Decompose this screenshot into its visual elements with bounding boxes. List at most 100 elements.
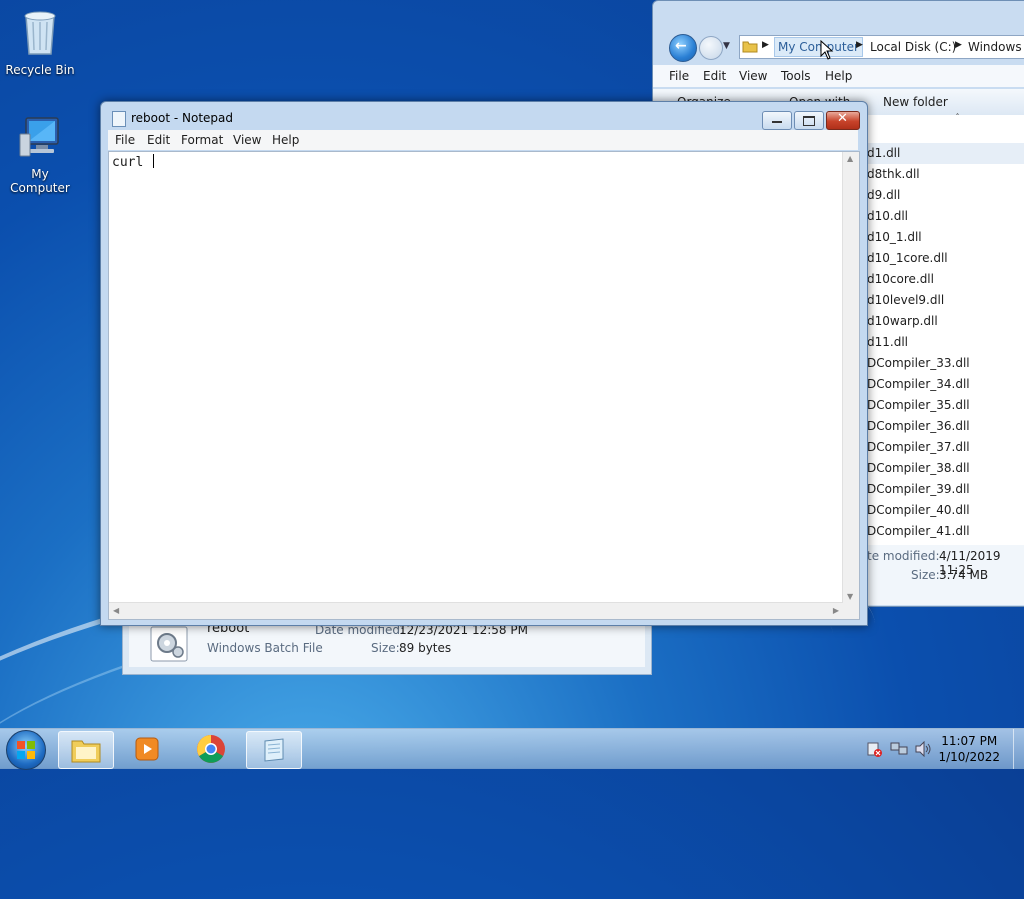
menu-view[interactable]: View	[233, 133, 261, 147]
menu-help[interactable]: Help	[272, 133, 299, 147]
taskbar-notepad[interactable]	[246, 731, 302, 769]
maximize-button[interactable]	[794, 111, 824, 130]
file-row[interactable]: d10level9.dll	[867, 290, 1024, 311]
action-center-icon[interactable]	[866, 741, 882, 757]
file-name: DCompiler_35.dll	[867, 398, 970, 412]
file-row[interactable]: d10_1core.dll	[867, 248, 1024, 269]
file-type: Windows Batch File	[207, 641, 323, 655]
back-button[interactable]: ←	[669, 34, 697, 62]
menu-file[interactable]: File	[669, 69, 689, 83]
menu-edit[interactable]: Edit	[703, 69, 726, 83]
notepad-menu-bar: File Edit Format View Help	[108, 130, 858, 150]
horizontal-scrollbar[interactable]: ◀ ▶	[109, 602, 843, 619]
editor-content[interactable]: curl	[112, 154, 155, 170]
maximize-icon	[803, 116, 815, 126]
text-editor[interactable]: curl ▲ ▼ ◀ ▶	[108, 151, 860, 620]
network-icon[interactable]	[890, 741, 908, 757]
size-value: 89 bytes	[399, 641, 452, 655]
folder-icon	[71, 740, 101, 763]
minimize-button[interactable]	[762, 111, 792, 130]
volume-icon[interactable]	[914, 741, 932, 757]
scroll-right-icon[interactable]: ▶	[833, 606, 839, 615]
desktop-icon-label: My Computer	[10, 167, 70, 195]
breadcrumb-separator-icon: ▶	[762, 40, 769, 50]
desktop-icon-recycle-bin[interactable]: Recycle Bin	[0, 8, 80, 77]
date-modified-label: te modified:	[867, 549, 940, 563]
file-row[interactable]: DCompiler_38.dll	[867, 458, 1024, 479]
chevron-down-icon[interactable]: ▼	[723, 41, 730, 51]
clock-time: 11:07 PM	[941, 734, 998, 748]
close-icon: ✕	[837, 111, 848, 126]
file-name: DCompiler_39.dll	[867, 482, 970, 496]
folder-icon	[742, 41, 758, 53]
taskbar-explorer[interactable]	[58, 731, 114, 769]
file-name: d10level9.dll	[867, 293, 945, 307]
menu-edit[interactable]: Edit	[147, 133, 170, 147]
new-folder-button[interactable]: New folder	[883, 95, 948, 109]
file-name: DCompiler_38.dll	[867, 461, 970, 475]
file-list[interactable]: d1.dll d8thk.dll d9.dll d10.dll d10_1.dll d10…	[867, 115, 1024, 545]
scroll-left-icon[interactable]: ◀	[113, 606, 119, 615]
size-label: Size:	[911, 568, 940, 582]
breadcrumb-separator-icon: ▶	[955, 40, 962, 50]
editor-text: curl	[112, 155, 152, 170]
menu-help[interactable]: Help	[825, 69, 852, 83]
taskbar-chrome[interactable]	[184, 731, 238, 767]
recycle-bin-icon	[24, 11, 56, 55]
file-row[interactable]: DCompiler_34.dll	[867, 374, 1024, 395]
notepad-icon	[264, 738, 284, 762]
breadcrumb-local-disk[interactable]: Local Disk (C:)	[870, 40, 956, 54]
start-button[interactable]	[6, 730, 46, 770]
arrow-left-icon: ←	[675, 38, 687, 54]
desktop-icon-my-computer[interactable]: My Computer	[0, 112, 80, 195]
explorer-menu-bar: File Edit View Tools Help	[653, 65, 1024, 87]
file-name: d10_1.dll	[867, 230, 922, 244]
menu-format[interactable]: Format	[181, 133, 223, 147]
file-row[interactable]: d9.dll	[867, 185, 1024, 206]
breadcrumb-my-computer[interactable]: My Computer	[774, 37, 863, 57]
file-row[interactable]: DCompiler_37.dll	[867, 437, 1024, 458]
system-clock[interactable]: 11:07 PM 1/10/2022	[938, 734, 1000, 764]
file-row[interactable]: d10_1.dll	[867, 227, 1024, 248]
file-row[interactable]: DCompiler_39.dll	[867, 479, 1024, 500]
minimize-icon	[772, 121, 782, 123]
window-title: reboot - Notepad	[131, 111, 234, 125]
mouse-cursor-icon	[820, 40, 834, 60]
menu-view[interactable]: View	[739, 69, 767, 83]
chrome-icon	[197, 735, 225, 763]
menu-file[interactable]: File	[115, 133, 135, 147]
file-row[interactable]: DCompiler_40.dll	[867, 500, 1024, 521]
file-row[interactable]: DCompiler_36.dll	[867, 416, 1024, 437]
file-row[interactable]: d8thk.dll	[867, 164, 1024, 185]
file-row[interactable]: DCompiler_41.dll	[867, 521, 1024, 542]
scroll-down-icon[interactable]: ▼	[847, 592, 853, 601]
menu-tools[interactable]: Tools	[781, 69, 811, 83]
taskbar-media-player[interactable]	[120, 731, 174, 767]
file-row[interactable]: d11.dll	[867, 332, 1024, 353]
size-value: 3.74 MB	[939, 568, 989, 582]
file-name: DCompiler_34.dll	[867, 377, 970, 391]
taskbar: 11:07 PM 1/10/2022	[0, 728, 1024, 770]
file-row[interactable]: d10warp.dll	[867, 311, 1024, 332]
file-row[interactable]: d10core.dll	[867, 269, 1024, 290]
forward-button[interactable]	[699, 36, 723, 60]
breadcrumb-windows[interactable]: Windows	[968, 40, 1022, 54]
close-button[interactable]: ✕	[826, 111, 860, 130]
address-input[interactable]: ▶ My Computer ▶ Local Disk (C:) ▶ Window…	[739, 35, 1024, 59]
file-row[interactable]: DCompiler_35.dll	[867, 395, 1024, 416]
file-name: d10warp.dll	[867, 314, 938, 328]
file-name: DCompiler_40.dll	[867, 503, 970, 517]
breadcrumb-separator-icon: ▶	[856, 40, 863, 50]
show-desktop-button[interactable]	[1013, 729, 1024, 769]
file-name: d10core.dll	[867, 272, 934, 286]
explorer-details-pane: te modified: 4/11/2019 11:25 Size: 3.74 …	[867, 545, 1024, 605]
file-name: DCompiler_41.dll	[867, 524, 970, 538]
file-row[interactable]: d1.dll	[867, 143, 1024, 164]
scroll-up-icon[interactable]: ▲	[847, 154, 853, 163]
file-name: d9.dll	[867, 188, 901, 202]
vertical-scrollbar[interactable]: ▲ ▼	[842, 152, 859, 603]
file-row[interactable]: d10.dll	[867, 206, 1024, 227]
notepad-window[interactable]: reboot - Notepad ✕ File Edit Format View…	[100, 101, 868, 626]
file-name: DCompiler_36.dll	[867, 419, 970, 433]
file-row[interactable]: DCompiler_33.dll	[867, 353, 1024, 374]
